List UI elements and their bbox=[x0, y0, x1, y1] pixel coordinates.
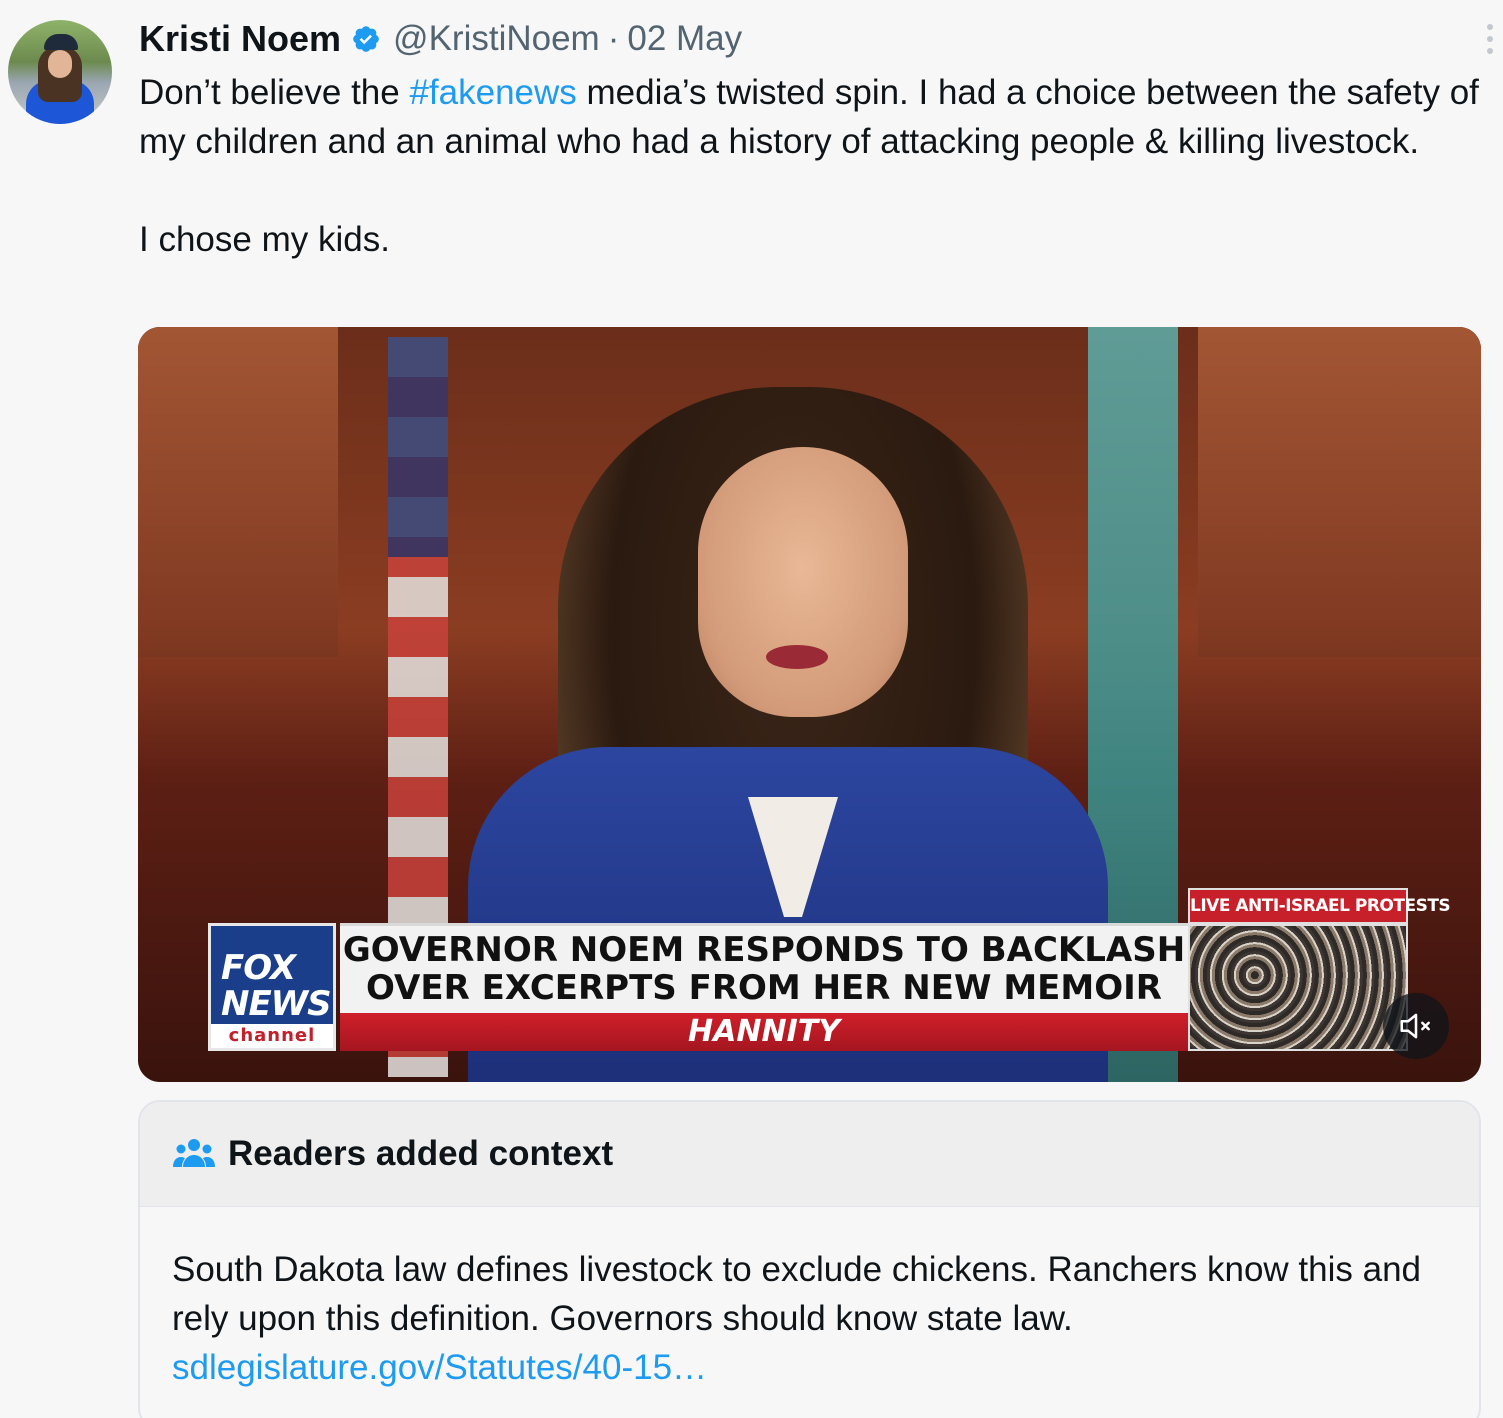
headline-line-2: OVER EXCERPTS FROM HER NEW MEMOIR bbox=[366, 968, 1162, 1008]
author-handle[interactable]: @KristiNoem bbox=[393, 19, 600, 59]
verified-badge-icon[interactable] bbox=[351, 24, 381, 54]
tweet-header: Kristi Noem @KristiNoem · 02 May bbox=[139, 14, 742, 64]
fox-news-logo: FOX NEWS channel bbox=[208, 923, 336, 1051]
author-avatar[interactable] bbox=[8, 20, 112, 124]
more-options-icon[interactable] bbox=[1485, 24, 1495, 64]
people-group-icon bbox=[173, 1139, 215, 1167]
community-note-text: South Dakota law defines livestock to ex… bbox=[172, 1250, 1421, 1338]
headline-box: GOVERNOR NOEM RESPONDS TO BACKLASH OVER … bbox=[340, 923, 1188, 1013]
logo-channel: channel bbox=[211, 1024, 333, 1048]
wall-panel-right bbox=[1198, 327, 1481, 657]
avatar-face bbox=[48, 50, 72, 78]
us-flag-canton bbox=[388, 337, 448, 557]
mute-button[interactable] bbox=[1383, 993, 1449, 1059]
inset-video: LIVE ANTI-ISRAEL PROTESTS bbox=[1188, 888, 1451, 1051]
headline-line-1: GOVERNOR NOEM RESPONDS TO BACKLASH bbox=[342, 930, 1186, 970]
hashtag-link[interactable]: #fakenews bbox=[409, 73, 576, 112]
tweet-text: Don’t believe the #fakenews media’s twis… bbox=[139, 68, 1489, 264]
volume-muted-icon bbox=[1400, 1013, 1430, 1039]
tweet-paragraph-1: Don’t believe the #fakenews media’s twis… bbox=[139, 68, 1489, 166]
speaker-lips bbox=[766, 645, 828, 669]
tweet-date[interactable]: 02 May bbox=[627, 19, 742, 59]
show-name-bar: HANNITY bbox=[340, 1013, 1188, 1051]
inset-label: LIVE ANTI-ISRAEL PROTESTS bbox=[1188, 888, 1451, 924]
tweet-paragraph-2: I chose my kids. bbox=[139, 220, 390, 259]
header-separator: · bbox=[607, 19, 620, 58]
author-display-name[interactable]: Kristi Noem bbox=[139, 18, 341, 60]
wall-panel-left bbox=[138, 327, 338, 657]
logo-news: NEWS bbox=[221, 984, 332, 1024]
video-player[interactable]: FOX NEWS channel GOVERNOR NOEM RESPONDS … bbox=[138, 327, 1481, 1082]
inset-crowd-footage bbox=[1188, 924, 1408, 1051]
avatar-hat bbox=[44, 34, 78, 50]
community-note-title: Readers added context bbox=[228, 1134, 614, 1173]
news-chyron: FOX NEWS channel GOVERNOR NOEM RESPONDS … bbox=[208, 923, 1188, 1051]
speaker-face bbox=[698, 447, 908, 717]
tweet-text-part-1: Don’t believe the bbox=[139, 73, 410, 112]
logo-fox: FOX bbox=[221, 948, 296, 988]
community-note-header: Readers added context bbox=[140, 1102, 1479, 1207]
community-note: Readers added context South Dakota law d… bbox=[138, 1100, 1481, 1418]
community-note-link[interactable]: sdlegislature.gov/Statutes/40-15… bbox=[172, 1343, 1447, 1392]
show-name: HANNITY bbox=[688, 1014, 840, 1049]
community-note-body: South Dakota law defines livestock to ex… bbox=[140, 1207, 1479, 1392]
